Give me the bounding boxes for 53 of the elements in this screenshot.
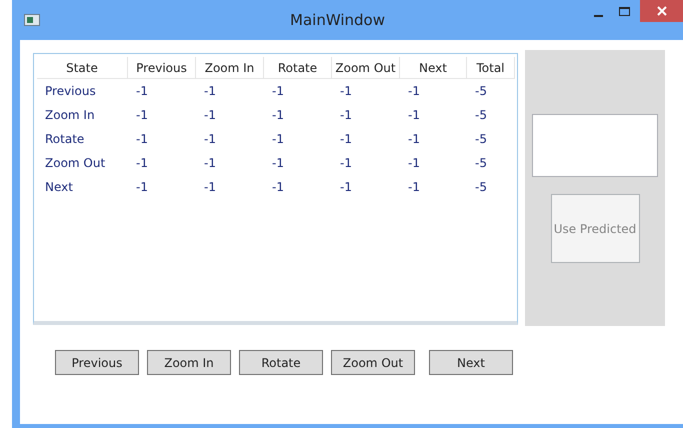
table-cell: Previous [45, 84, 96, 98]
table-cell: -1 [272, 108, 284, 122]
table-cell: -1 [204, 180, 216, 194]
close-icon [656, 6, 666, 16]
table-cell: -5 [475, 84, 487, 98]
table-cell: -1 [136, 156, 148, 170]
column-header[interactable]: Zoom Out [332, 57, 400, 79]
command-button[interactable]: Rotate [239, 350, 323, 375]
table-cell: -1 [340, 156, 352, 170]
table-cell: -1 [204, 84, 216, 98]
command-button[interactable]: Zoom Out [331, 350, 415, 375]
table-cell: -1 [408, 180, 420, 194]
column-header[interactable]: Zoom In [196, 57, 264, 79]
column-header[interactable]: Total [467, 57, 515, 79]
table-cell: -5 [475, 156, 487, 170]
window-title: MainWindow [289, 11, 386, 29]
table-cell: -1 [408, 84, 420, 98]
maximize-icon [618, 7, 630, 17]
table-cell: -1 [272, 180, 284, 194]
table-cell: -5 [475, 132, 487, 146]
table-cell: -1 [204, 108, 216, 122]
table-cell: -1 [272, 84, 284, 98]
table-cell: -1 [136, 108, 148, 122]
table-cell: -1 [340, 108, 352, 122]
table-cell: -1 [408, 156, 420, 170]
table-cell: -5 [475, 108, 487, 122]
app-icon [24, 14, 40, 26]
table-cell: -1 [136, 180, 148, 194]
table-cell: -5 [475, 180, 487, 194]
column-header[interactable]: Rotate [264, 57, 332, 79]
column-header[interactable]: Next [400, 57, 467, 79]
minimize-icon [594, 14, 602, 16]
table-cell: Zoom Out [45, 156, 106, 170]
table-cell: -1 [340, 180, 352, 194]
command-button[interactable]: Previous [55, 350, 139, 375]
table-cell: -1 [272, 156, 284, 170]
table-cell: Next [45, 180, 73, 194]
table-cell: -1 [204, 132, 216, 146]
command-button[interactable]: Next [429, 350, 513, 375]
column-header[interactable]: Previous [128, 57, 196, 79]
table-cell: -1 [340, 132, 352, 146]
table-cell: Zoom In [45, 108, 95, 122]
table-cell: -1 [340, 84, 352, 98]
close-button[interactable] [640, 0, 683, 22]
table-cell: -1 [408, 132, 420, 146]
table-cell: -1 [204, 156, 216, 170]
table-cell: -1 [408, 108, 420, 122]
table-cell: -1 [136, 84, 148, 98]
command-button[interactable]: Zoom In [147, 350, 231, 375]
column-header[interactable]: State [37, 57, 128, 79]
table-cell: Rotate [45, 132, 84, 146]
table-cell: -1 [272, 132, 284, 146]
table-cell: -1 [136, 132, 148, 146]
